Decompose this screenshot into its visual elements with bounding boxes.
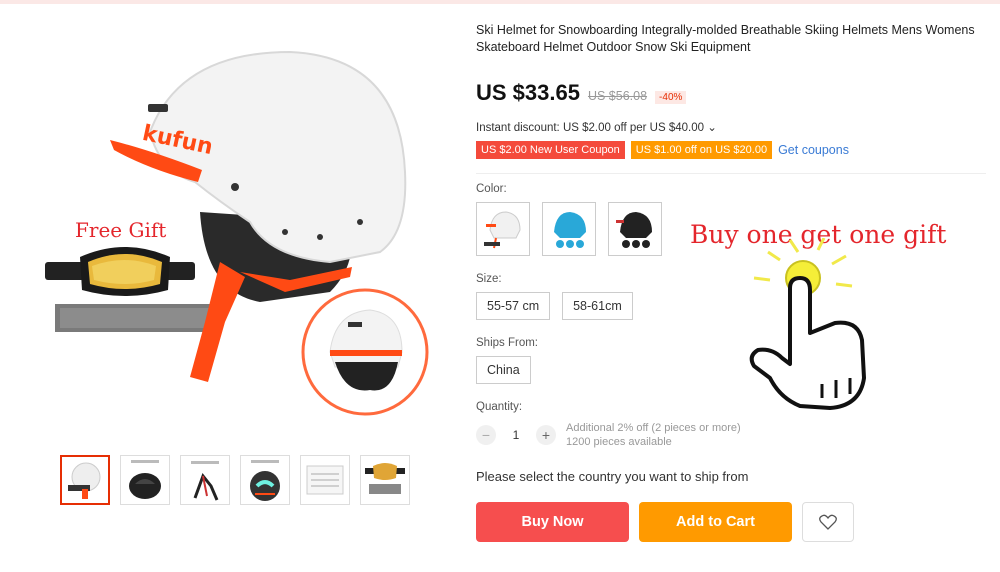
quantity-value[interactable]: 1: [496, 428, 536, 442]
buy-now-button[interactable]: Buy Now: [476, 502, 629, 542]
product-gallery: kufun Free Gift: [30, 22, 450, 442]
coupon-row: US $2.00 New User Coupon US $1.00 off on…: [476, 139, 991, 161]
quantity-note: Additional 2% off (2 pieces or more) 120…: [566, 421, 741, 449]
thumbnail-5[interactable]: [300, 455, 350, 505]
color-option-white[interactable]: [476, 202, 530, 256]
store-coupon[interactable]: US $1.00 off on US $20.00: [630, 141, 773, 159]
bulk-discount-note: Additional 2% off (2 pieces or more): [566, 422, 741, 434]
thumbnail-strip: [60, 455, 410, 505]
color-label: Color:: [476, 183, 507, 195]
quantity-increase-button[interactable]: +: [536, 425, 556, 445]
product-info: Ski Helmet for Snowboarding Integrally-m…: [476, 22, 991, 542]
size-label: Size:: [476, 273, 502, 285]
thumbnail-2[interactable]: [120, 455, 170, 505]
new-user-coupon[interactable]: US $2.00 New User Coupon: [476, 141, 625, 159]
size-options: 55-57 cm 58-61cm: [476, 292, 991, 320]
thumbnail-1[interactable]: [60, 455, 110, 505]
quantity-decrease-button[interactable]: −: [476, 425, 496, 445]
size-option-55-57[interactable]: 55-57 cm: [476, 292, 551, 320]
size-option-58-61[interactable]: 58-61cm: [562, 292, 633, 320]
top-strip: [0, 0, 1000, 4]
discount-badge: -40%: [655, 91, 687, 104]
quantity-stepper: − 1 + Additional 2% off (2 pieces or mor…: [476, 421, 991, 449]
free-gift-caption: Free Gift: [75, 218, 167, 242]
wishlist-button[interactable]: [802, 502, 854, 542]
thumbnail-6[interactable]: [360, 455, 410, 505]
current-price: US $33.65: [476, 80, 580, 105]
ship-country-message: Please select the country you want to sh…: [476, 469, 749, 484]
price-row: US $33.65 US $56.08 -40%: [476, 80, 991, 110]
quantity-label: Quantity:: [476, 401, 523, 413]
main-product-image[interactable]: kufun Free Gift: [30, 22, 450, 442]
ships-from-label: Ships From:: [476, 337, 538, 349]
ships-from-options: China: [476, 356, 991, 384]
stock-available: 1200 pieces available: [566, 436, 672, 448]
heart-icon: [819, 514, 837, 530]
add-to-cart-button[interactable]: Add to Cart: [639, 502, 792, 542]
instant-discount-dropdown[interactable]: Instant discount: US $2.00 off per US $4…: [476, 120, 991, 136]
get-coupons-link[interactable]: Get coupons: [778, 143, 849, 157]
thumbnail-3[interactable]: [180, 455, 230, 505]
original-price: US $56.08: [587, 89, 648, 103]
color-option-black[interactable]: [608, 202, 662, 256]
ships-from-china[interactable]: China: [476, 356, 531, 384]
pointing-hand-icon: [740, 237, 880, 418]
divider: [476, 173, 986, 174]
color-option-blue[interactable]: [542, 202, 596, 256]
product-title: Ski Helmet for Snowboarding Integrally-m…: [476, 23, 975, 54]
thumbnail-4[interactable]: [240, 455, 290, 505]
action-buttons: Buy Now Add to Cart: [476, 502, 991, 542]
